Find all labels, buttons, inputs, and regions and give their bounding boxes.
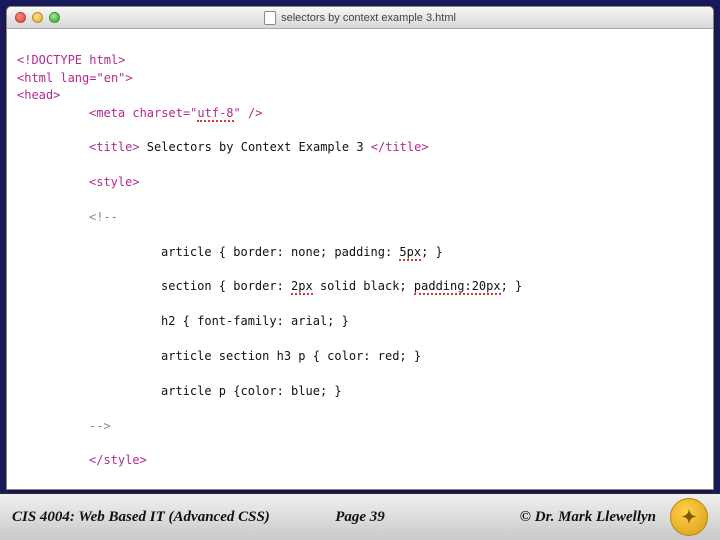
slide-footer: CIS 4004: Web Based IT (Advanced CSS) Pa… xyxy=(0,492,720,540)
code-line: <style> xyxy=(89,174,703,191)
footer-right: © Dr. Mark Llewellyn ✦ xyxy=(520,498,708,536)
window-controls xyxy=(15,12,60,23)
code-line: <meta charset="utf-8" /> xyxy=(89,105,703,122)
code-line: <head> xyxy=(17,88,60,102)
zoom-icon[interactable] xyxy=(49,12,60,23)
close-icon[interactable] xyxy=(15,12,26,23)
code-line: article p {color: blue; } xyxy=(161,383,703,400)
page-number: Page 39 xyxy=(335,509,385,526)
code-line: </head> xyxy=(17,488,68,490)
code-line: h2 { font-family: arial; } xyxy=(161,313,703,330)
logo-glyph: ✦ xyxy=(681,507,696,528)
author-label: © Dr. Mark Llewellyn xyxy=(520,509,656,526)
filename-label: selectors by context example 3.html xyxy=(281,12,456,24)
window-title: selectors by context example 3.html xyxy=(264,11,456,25)
titlebar: selectors by context example 3.html xyxy=(7,7,713,29)
code-line: <title> Selectors by Context Example 3 <… xyxy=(89,139,703,156)
minimize-icon[interactable] xyxy=(32,12,43,23)
document-icon xyxy=(264,11,276,25)
ucf-logo-icon: ✦ xyxy=(670,498,708,536)
code-line: section { border: 2px solid black; paddi… xyxy=(161,278,703,295)
code-line: <html lang="en"> xyxy=(17,71,133,85)
code-area: <!DOCTYPE html> <html lang="en"> <head> … xyxy=(7,29,713,490)
code-line: --> xyxy=(89,418,703,435)
code-line: <!DOCTYPE html> xyxy=(17,53,125,67)
code-line: </style> xyxy=(89,452,703,469)
editor-window: selectors by context example 3.html <!DO… xyxy=(6,6,714,490)
code-line: article { border: none; padding: 5px; } xyxy=(161,244,703,261)
code-line: <!-- xyxy=(89,209,703,226)
course-label: CIS 4004: Web Based IT (Advanced CSS) xyxy=(12,509,270,526)
code-line: article section h3 p { color: red; } xyxy=(161,348,703,365)
